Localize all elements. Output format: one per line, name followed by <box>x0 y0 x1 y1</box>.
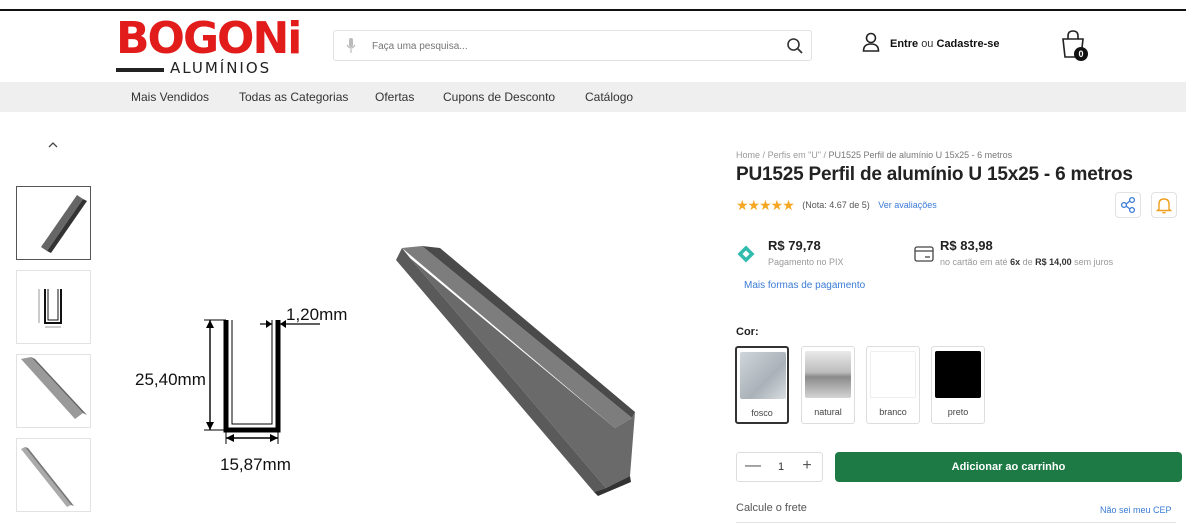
nav-item-ofertas[interactable]: Ofertas <box>375 90 414 104</box>
quantity-stepper: — 1 + <box>736 452 823 482</box>
swatch-label: preto <box>947 407 969 417</box>
user-icon <box>862 32 880 52</box>
height-dimension-label: 25,40mm <box>135 370 206 389</box>
card-prefix: no cartão em até <box>940 257 1008 267</box>
search-icon[interactable] <box>786 37 804 55</box>
card-of: de <box>1022 257 1033 267</box>
share-button[interactable] <box>1115 192 1141 218</box>
search-input[interactable] <box>372 37 772 55</box>
breadcrumb-separator: / <box>762 150 766 160</box>
gallery-thumbnail-3[interactable] <box>16 354 91 428</box>
quantity-decrease-button[interactable]: — <box>745 457 761 475</box>
swatch-chip <box>740 352 786 399</box>
card-suffix: sem juros <box>1074 257 1114 267</box>
width-dimension-label: 15,87mm <box>220 455 291 474</box>
share-icon <box>1120 196 1136 214</box>
breadcrumb-separator: / <box>823 150 826 160</box>
card-installments-text: no cartão em até 6x de R$ 14,00 sem juro… <box>940 257 1113 267</box>
breadcrumb-current: PU1525 Perfil de alumínio U 15x25 - 6 me… <box>828 150 1013 160</box>
color-swatch-branco[interactable]: branco <box>866 346 920 424</box>
cart-count-badge: 0 <box>1074 47 1088 61</box>
pix-label: Pagamento no PIX <box>768 257 844 267</box>
thumbnail-profile-image <box>41 195 87 253</box>
card-installment-value: R$ 14,00 <box>1035 257 1072 267</box>
brand-logo-wordmark: BOGONi <box>116 13 302 64</box>
profile-dimension-drawing: 1,20mm 25,40mm 15,87mm <box>135 305 347 474</box>
gallery-thumbnail-4[interactable] <box>16 438 91 512</box>
rating-stars: ★★★★★ <box>736 197 795 213</box>
add-to-cart-button[interactable]: Adicionar ao carrinho <box>835 452 1182 482</box>
search-bar <box>333 30 812 61</box>
credit-card-icon <box>914 246 934 262</box>
account-text: Entre ou Cadastre-se <box>890 38 999 50</box>
color-swatch-preto[interactable]: preto <box>931 346 985 424</box>
quantity-increase-button[interactable]: + <box>799 457 815 475</box>
breadcrumb-category[interactable]: Perfis em "U" <box>768 150 821 160</box>
reviews-link[interactable]: Ver avaliações <box>878 200 937 210</box>
unknown-cep-link[interactable]: Não sei meu CEP <box>1100 505 1172 515</box>
notify-button[interactable] <box>1151 192 1177 218</box>
swatch-chip <box>870 351 916 398</box>
thumbnail-profile-image <box>21 357 87 419</box>
main-product-image: 1,20mm 25,40mm 15,87mm <box>135 246 635 496</box>
shipping-divider <box>736 522 1176 523</box>
thumbnail-diagram-image <box>38 289 62 328</box>
swatch-label: natural <box>814 407 842 417</box>
card-price: R$ 83,98 <box>940 238 993 253</box>
nav-item-cupons[interactable]: Cupons de Desconto <box>443 90 555 104</box>
more-payment-link[interactable]: Mais formas de pagamento <box>744 280 865 291</box>
breadcrumb-home[interactable]: Home <box>736 150 760 160</box>
pix-price-block: R$ 79,78 Pagamento no PIX <box>736 238 906 272</box>
color-swatch-fosco[interactable]: fosco <box>735 346 789 424</box>
gallery-thumbnail-1[interactable] <box>16 186 91 260</box>
login-link[interactable]: Entre <box>890 38 918 50</box>
nav-item-mais-vendidos[interactable]: Mais Vendidos <box>131 90 209 104</box>
nav-item-categorias[interactable]: Todas as Categorias <box>239 90 348 104</box>
aluminum-profile-photo <box>396 246 635 496</box>
chevron-up-icon[interactable] <box>46 140 60 150</box>
product-title: PU1525 Perfil de alumínio U 15x25 - 6 me… <box>736 164 1133 185</box>
bell-icon <box>1155 198 1173 214</box>
register-link[interactable]: Cadastre-se <box>937 38 1000 50</box>
card-price-block: R$ 83,98 no cartão em até 6x de R$ 14,00… <box>914 238 1174 272</box>
microphone-icon[interactable] <box>346 38 356 54</box>
quantity-value[interactable]: 1 <box>771 461 791 473</box>
color-option-label: Cor: <box>736 326 759 338</box>
gallery-thumbnail-2[interactable] <box>16 270 91 344</box>
brand-logo-subtitle: ALUMÍNIOS <box>170 59 272 77</box>
rating-score: (Nota: 4.67 de 5) <box>802 200 870 210</box>
nav-item-catalogo[interactable]: Catálogo <box>585 90 633 104</box>
brand-logo[interactable]: BOGONi ALUMÍNIOS <box>116 17 302 77</box>
product-rating: ★★★★★ (Nota: 4.67 de 5) Ver avaliações <box>736 197 937 213</box>
thumbnail-profile-image <box>21 447 74 507</box>
main-nav: Mais Vendidos Todas as Categorias Oferta… <box>0 82 1186 112</box>
swatch-label: fosco <box>751 408 773 418</box>
cart-button[interactable]: 0 <box>1060 29 1090 63</box>
breadcrumb: Home / Perfis em "U" / PU1525 Perfil de … <box>736 150 1012 160</box>
brand-logo-bar <box>116 68 164 72</box>
swatch-label: branco <box>879 407 907 417</box>
card-installments: 6x <box>1010 257 1021 267</box>
swatch-chip <box>935 351 981 398</box>
pix-icon <box>737 245 755 263</box>
color-swatch-natural[interactable]: natural <box>801 346 855 424</box>
swatch-chip <box>805 351 851 398</box>
thickness-dimension-label: 1,20mm <box>286 305 347 324</box>
shipping-label: Calcule o frete <box>736 502 807 514</box>
site-header: BOGONi ALUMÍNIOS Entre ou Cadastre-se <box>0 11 1186 82</box>
pix-price: R$ 79,78 <box>768 238 821 253</box>
account-or: ou <box>921 38 934 50</box>
